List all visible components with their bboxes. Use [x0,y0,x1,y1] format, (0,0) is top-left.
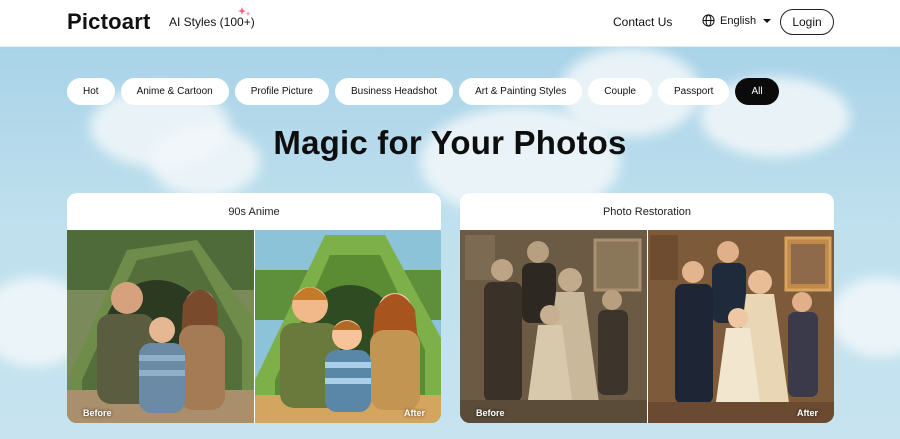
top-navbar: Pictoart AI Styles (100+) Contact Us Eng… [0,0,900,47]
tab-business-headshot[interactable]: Business Headshot [334,78,454,105]
tab-profile-picture[interactable]: Profile Picture [234,78,329,105]
card-title: 90s Anime [228,205,280,218]
tab-couple[interactable]: Couple [588,78,652,105]
before-after-images: Before After [67,230,441,423]
before-image: Before [460,230,647,423]
after-label: After [403,408,425,418]
globe-icon [702,14,715,27]
before-image: Before [67,230,254,423]
tab-hot[interactable]: Hot [67,78,115,105]
sparkle-icon [238,7,251,16]
tab-passport[interactable]: Passport [658,78,730,105]
login-button[interactable]: Login [780,9,834,35]
after-image: After [647,230,834,423]
style-card-90s-anime[interactable]: 90s Anime Before After [67,193,441,423]
style-category-tabs: Hot Anime & Cartoon Profile Picture Busi… [67,78,779,105]
before-label: Before [83,408,112,418]
logo[interactable]: Pictoart [67,9,151,35]
page-title: Magic for Your Photos [273,124,627,161]
after-image: After [254,230,441,423]
card-title: Photo Restoration [602,205,692,218]
tab-art-painting-styles[interactable]: Art & Painting Styles [459,78,583,105]
before-label: Before [476,408,505,418]
tab-anime-cartoon[interactable]: Anime & Cartoon [120,78,229,105]
tab-all[interactable]: All [735,78,779,105]
chevron-down-icon [763,18,772,23]
before-after-images: Before After [460,230,834,423]
style-card-photo-restoration[interactable]: Photo Restoration Before After [460,193,834,423]
language-selector[interactable]: English [702,14,772,27]
contact-us-link[interactable]: Contact Us [613,15,672,29]
after-label: After [796,408,818,418]
language-label: English [720,14,757,27]
cloud-decoration [830,277,900,357]
